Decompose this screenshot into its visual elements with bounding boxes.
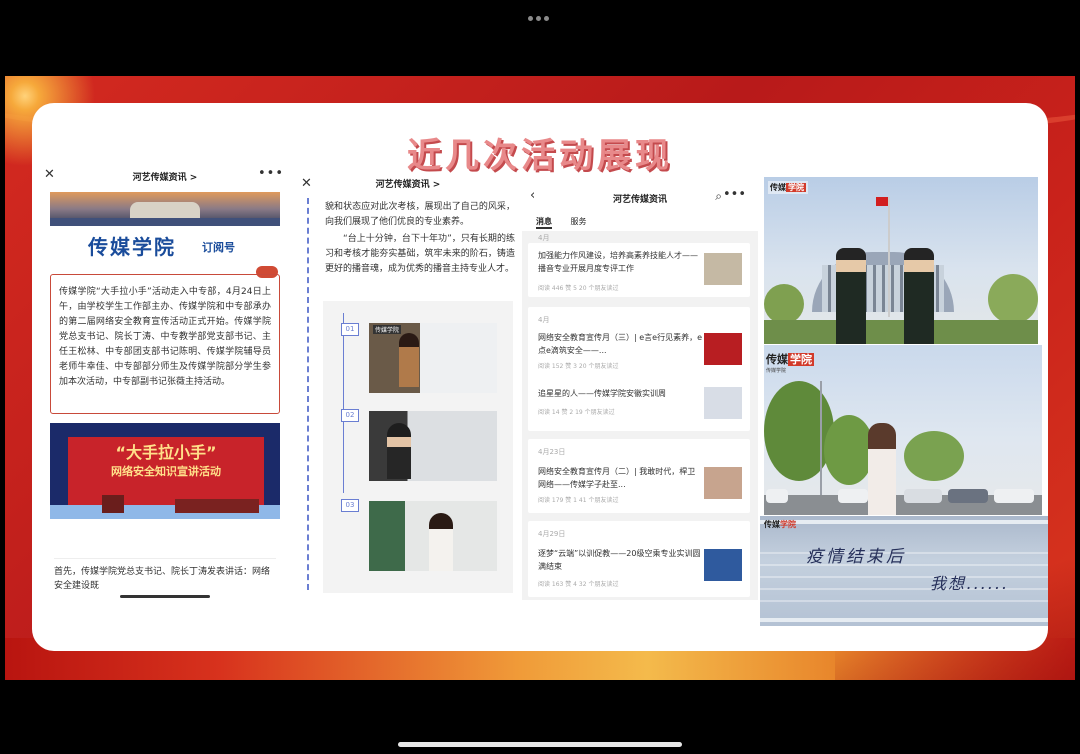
dashed-divider bbox=[307, 198, 310, 590]
account-header: ‹ 河艺传媒资讯 ⌕ ••• 消息 服务 bbox=[522, 183, 758, 231]
honor-guard-photo: 传媒 学院 bbox=[764, 177, 1038, 344]
article-meta: 阅读 163 赞 4 32 个朋友读过 bbox=[538, 581, 619, 588]
article-continuation-text: 首先，传媒学院党总支书记、院长丁涛发表讲话：网络安全建设既 bbox=[54, 558, 276, 593]
article-title: 追星星的人——传媒学院安徽实训周 bbox=[538, 389, 666, 398]
article-thumbnail bbox=[704, 549, 742, 581]
event-stage-photo: “大手拉小手” 网络安全知识宣讲活动 bbox=[50, 423, 280, 519]
flag-icon bbox=[876, 197, 888, 206]
student-photo bbox=[369, 411, 497, 481]
account-article-list: ‹ 河艺传媒资讯 ⌕ ••• 消息 服务 4月 加强能力作风建设，培养高素养技能… bbox=[522, 183, 758, 600]
slide-title: 近几次活动展现 bbox=[407, 136, 673, 176]
article-meta: 阅读 446 赞 5 20 个朋友读过 bbox=[538, 285, 619, 292]
article-nav-bar: ✕ 河艺传媒资讯 > ••• bbox=[40, 165, 290, 187]
handwriting-line-1: 疫情结束后 bbox=[806, 547, 906, 567]
article-list-item[interactable]: 加强能力作风建设，培养高素养技能人才——播音专业开展月度专评工作 阅读 446 … bbox=[528, 243, 750, 297]
account-tabs: 消息 服务 bbox=[536, 216, 603, 229]
college-logo: 传媒学院 bbox=[768, 181, 808, 194]
photo-timeline: 01 02 03 传媒学院 bbox=[323, 301, 513, 593]
article-list-item[interactable]: 4月29日 逐梦“云端”以训促教——20级空乘专业实训圆满结束 阅读 163 赞… bbox=[528, 521, 750, 597]
date-label: 4月 bbox=[538, 234, 550, 242]
stage-banner-line1: “大手拉小手” bbox=[115, 443, 217, 462]
window-handle-dots[interactable] bbox=[528, 6, 552, 21]
stage-banner-line2: 网络安全知识宣讲活动 bbox=[111, 465, 221, 478]
article-title: 加强能力作风建设，培养高素养技能人才——播音专业开展月度专评工作 bbox=[538, 251, 698, 273]
step-badge: 02 bbox=[341, 409, 359, 422]
article-title: 网络安全教育宣传月（三）| e言e行见素养，e点e滴筑安全——... bbox=[538, 333, 703, 355]
home-indicator[interactable] bbox=[398, 742, 682, 747]
scroll-indicator[interactable] bbox=[120, 595, 210, 598]
more-icon[interactable]: ••• bbox=[723, 187, 746, 202]
date-label: 4月23日 bbox=[538, 448, 566, 456]
article-meta: 阅读 152 赞 3 20 个朋友读过 bbox=[538, 363, 619, 370]
account-title[interactable]: 河艺传媒资讯 > bbox=[297, 177, 519, 190]
article-title: 逐梦“云端”以训促教——20级空乘专业实训圆满结束 bbox=[538, 549, 701, 571]
brand-subtitle: 订阅号 bbox=[202, 241, 235, 254]
campus-photo bbox=[50, 192, 280, 226]
article-thumbnail bbox=[704, 467, 742, 499]
student-photo: 传媒学院 bbox=[369, 323, 497, 393]
article-screenshot-1: ✕ 河艺传媒资讯 > ••• 传媒学院 订阅号 传媒学院“大手拉小手”活动走入中… bbox=[40, 165, 290, 600]
article-paragraph: 貌和状态应对此次考核，展现出了自己的风采，向我们展现了他们优良的专业素养。 “台… bbox=[325, 202, 515, 274]
account-title[interactable]: 河艺传媒资讯 > bbox=[40, 170, 290, 183]
face-mask-photo: 传媒学院 疫情结束后 我想...... bbox=[760, 516, 1048, 626]
article-list-item[interactable]: 4月 网络安全教育宣传月（三）| e言e行见素养，e点e滴筑安全——... 阅读… bbox=[528, 307, 750, 431]
article-screenshot-2: ✕ 河艺传媒资讯 > 貌和状态应对此次考核，展现出了自己的风采，向我们展现了他们… bbox=[297, 176, 519, 596]
step-badge: 01 bbox=[341, 323, 359, 336]
student-photo bbox=[369, 501, 497, 571]
more-icon[interactable]: ••• bbox=[258, 166, 284, 181]
article-meta: 阅读 14 赞 2 19 个朋友读过 bbox=[538, 409, 615, 416]
tab-services[interactable]: 服务 bbox=[571, 217, 587, 226]
college-logo: 传媒学院 bbox=[764, 520, 796, 529]
article-thumbnail bbox=[704, 253, 742, 285]
search-icon[interactable]: ⌕ bbox=[715, 189, 722, 204]
tab-messages[interactable]: 消息 bbox=[536, 217, 552, 229]
article-list-item[interactable]: 4月23日 网络安全教育宣传月（二）| 我敢时代，桿卫网络——传媒学子赴至...… bbox=[528, 439, 750, 513]
article-body-text: 传媒学院“大手拉小手”活动走入中专部，4月24日上午，由学校学生工作部主办、传媒… bbox=[50, 274, 280, 414]
handwriting-line-2: 我想...... bbox=[930, 574, 1009, 593]
campus-street-photo: 传媒 学院 传媒学院 bbox=[764, 345, 1042, 515]
step-badge: 03 bbox=[341, 499, 359, 512]
college-logo: 传媒 学院 传媒学院 bbox=[766, 353, 814, 374]
article-nav-bar: ✕ 河艺传媒资讯 > bbox=[297, 176, 519, 191]
article-title: 网络安全教育宣传月（二）| 我敢时代，桿卫网络——传媒学子赴至... bbox=[538, 467, 696, 489]
article-thumbnail bbox=[704, 333, 742, 365]
brand-logo-text: 传媒学院 bbox=[88, 235, 176, 259]
date-label: 4月 bbox=[538, 316, 550, 324]
article-thumbnail bbox=[704, 387, 742, 419]
article-meta: 阅读 179 赞 1 41 个朋友读过 bbox=[538, 497, 619, 504]
date-label: 4月29日 bbox=[538, 530, 566, 538]
